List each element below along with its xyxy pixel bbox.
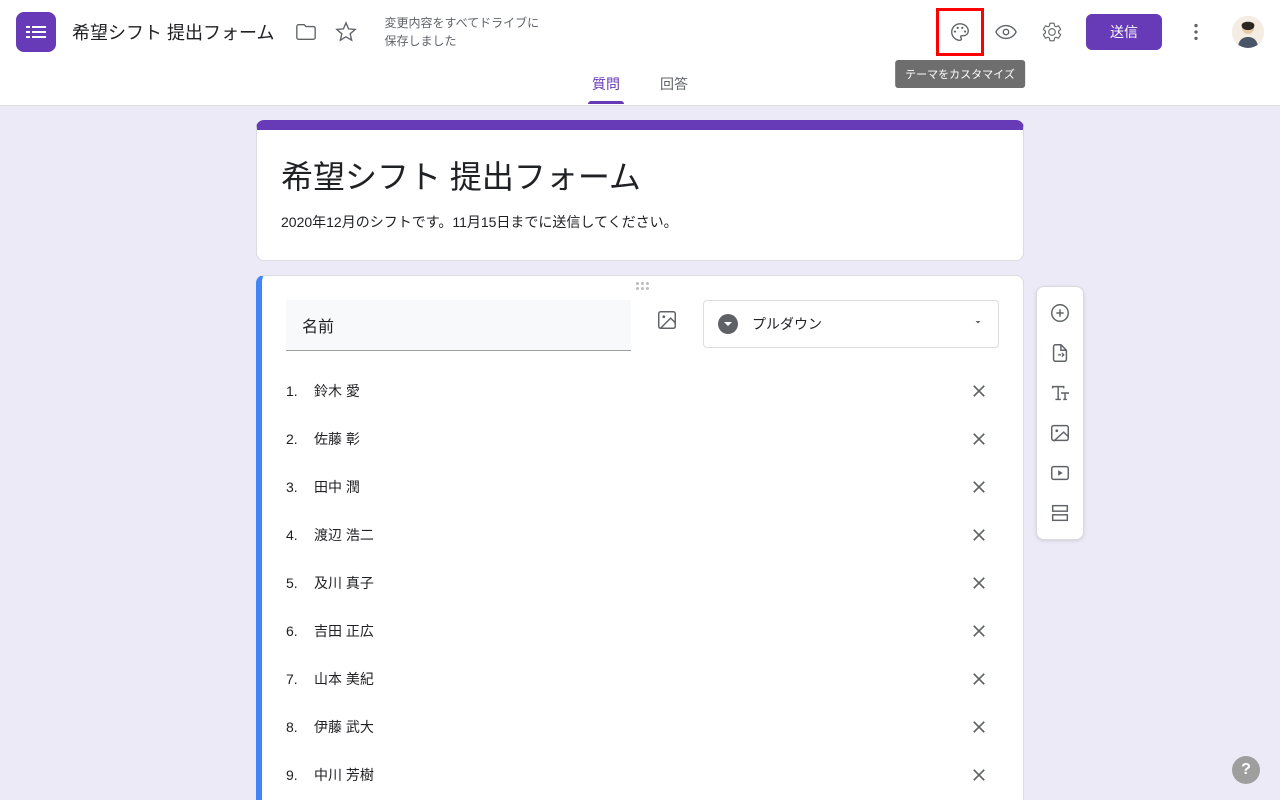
option-delete-button[interactable] (959, 467, 999, 507)
question-title-input[interactable] (286, 300, 631, 351)
preview-button[interactable] (986, 12, 1026, 52)
option-text[interactable]: 渡辺 浩二 (314, 525, 959, 545)
option-delete-button[interactable] (959, 563, 999, 603)
option-text[interactable]: 及川 真子 (314, 573, 959, 593)
option-text[interactable]: 中川 芳樹 (314, 765, 959, 785)
folder-button[interactable] (286, 12, 326, 52)
option-number: 1. (286, 383, 306, 399)
send-button[interactable]: 送信 (1086, 14, 1162, 50)
settings-button[interactable] (1032, 12, 1072, 52)
question-header-row: プルダウン (286, 300, 999, 351)
option-number: 8. (286, 719, 306, 735)
chevron-down-icon (972, 315, 984, 333)
add-title-button[interactable] (1042, 375, 1078, 411)
header-actions: テーマをカスタマイズ 送信 (940, 12, 1264, 52)
option-delete-button[interactable] (959, 419, 999, 459)
option-text[interactable]: 田中 潤 (314, 477, 959, 497)
text-icon (1049, 382, 1071, 404)
eye-icon (995, 21, 1017, 43)
option-text[interactable]: 鈴木 愛 (314, 381, 959, 401)
option-row[interactable]: 4. 渡辺 浩二 (286, 511, 999, 559)
close-icon (969, 429, 989, 449)
option-text[interactable]: 山本 美紀 (314, 669, 959, 689)
side-toolbar (1036, 286, 1084, 540)
option-number: 5. (286, 575, 306, 591)
option-row[interactable]: 6. 吉田 正広 (286, 607, 999, 655)
star-icon (335, 21, 357, 43)
option-delete-button[interactable] (959, 515, 999, 555)
option-number: 7. (286, 671, 306, 687)
option-number: 2. (286, 431, 306, 447)
close-icon (969, 765, 989, 785)
add-video-button[interactable] (1042, 455, 1078, 491)
option-number: 6. (286, 623, 306, 639)
close-icon (969, 573, 989, 593)
question-card[interactable]: プルダウン 1. 鈴木 愛 2. 佐藤 彰 3. 田中 潤 4. 渡辺 浩二 5. 及川 真子 6.… (256, 275, 1024, 800)
image-icon (1049, 422, 1071, 444)
option-row[interactable]: 5. 及川 真子 (286, 559, 999, 607)
tabs: 質問 回答 (0, 64, 1280, 106)
star-button[interactable] (326, 12, 366, 52)
folder-icon (295, 21, 317, 43)
palette-icon (949, 21, 971, 43)
option-number: 4. (286, 527, 306, 543)
option-text[interactable]: 伊藤 武大 (314, 717, 959, 737)
option-delete-button[interactable] (959, 755, 999, 795)
gear-icon (1041, 21, 1063, 43)
workspace: 希望シフト 提出フォーム 2020年12月のシフトです。11月15日までに送信し… (0, 106, 1280, 800)
add-image-button-side[interactable] (1042, 415, 1078, 451)
close-icon (969, 717, 989, 737)
add-question-button[interactable] (1042, 295, 1078, 331)
forms-logo[interactable] (16, 12, 56, 52)
add-section-button[interactable] (1042, 495, 1078, 531)
option-row[interactable]: 7. 山本 美紀 (286, 655, 999, 703)
theme-button[interactable] (940, 12, 980, 52)
more-vert-icon (1185, 21, 1207, 43)
form-title-card[interactable]: 希望シフト 提出フォーム 2020年12月のシフトです。11月15日までに送信し… (256, 120, 1024, 261)
plus-circle-icon (1049, 302, 1071, 324)
image-icon (656, 309, 678, 331)
form-title[interactable]: 希望シフト 提出フォーム (281, 152, 999, 198)
option-delete-button[interactable] (959, 659, 999, 699)
option-text[interactable]: 吉田 正広 (314, 621, 959, 641)
option-text[interactable]: 佐藤 彰 (314, 429, 959, 449)
option-row[interactable]: 9. 中川 芳樹 (286, 751, 999, 799)
options-list: 1. 鈴木 愛 2. 佐藤 彰 3. 田中 潤 4. 渡辺 浩二 5. 及川 真子 6. 吉田 正広 7… (286, 367, 999, 799)
option-row[interactable]: 3. 田中 潤 (286, 463, 999, 511)
user-avatar[interactable] (1232, 16, 1264, 48)
option-row[interactable]: 8. 伊藤 武大 (286, 703, 999, 751)
close-icon (969, 477, 989, 497)
question-type-label: プルダウン (752, 314, 972, 334)
more-button[interactable] (1176, 12, 1216, 52)
import-questions-button[interactable] (1042, 335, 1078, 371)
close-icon (969, 669, 989, 689)
add-image-button[interactable] (647, 300, 687, 340)
help-button[interactable]: ? (1232, 756, 1260, 784)
section-icon (1049, 502, 1071, 524)
document-title[interactable]: 希望シフト 提出フォーム (72, 19, 274, 45)
option-delete-button[interactable] (959, 707, 999, 747)
option-delete-button[interactable] (959, 611, 999, 651)
question-type-select[interactable]: プルダウン (703, 300, 999, 348)
option-row[interactable]: 2. 佐藤 彰 (286, 415, 999, 463)
option-number: 9. (286, 767, 306, 783)
drag-handle-icon[interactable] (636, 282, 650, 290)
header-top: 希望シフト 提出フォーム 変更内容をすべてドライブに 保存しました テーマをカス… (0, 0, 1280, 64)
form-description[interactable]: 2020年12月のシフトです。11月15日までに送信してください。 (281, 212, 999, 232)
save-status: 変更内容をすべてドライブに 保存しました (384, 14, 539, 50)
close-icon (969, 621, 989, 641)
video-icon (1049, 462, 1071, 484)
dropdown-type-icon (718, 314, 738, 334)
close-icon (969, 525, 989, 545)
close-icon (969, 381, 989, 401)
option-row[interactable]: 1. 鈴木 愛 (286, 367, 999, 415)
tab-questions[interactable]: 質問 (588, 64, 624, 102)
tab-responses[interactable]: 回答 (656, 64, 692, 102)
option-delete-button[interactable] (959, 371, 999, 411)
import-icon (1049, 342, 1071, 364)
option-number: 3. (286, 479, 306, 495)
app-header: 希望シフト 提出フォーム 変更内容をすべてドライブに 保存しました テーマをカス… (0, 0, 1280, 106)
theme-tooltip: テーマをカスタマイズ (895, 60, 1025, 88)
